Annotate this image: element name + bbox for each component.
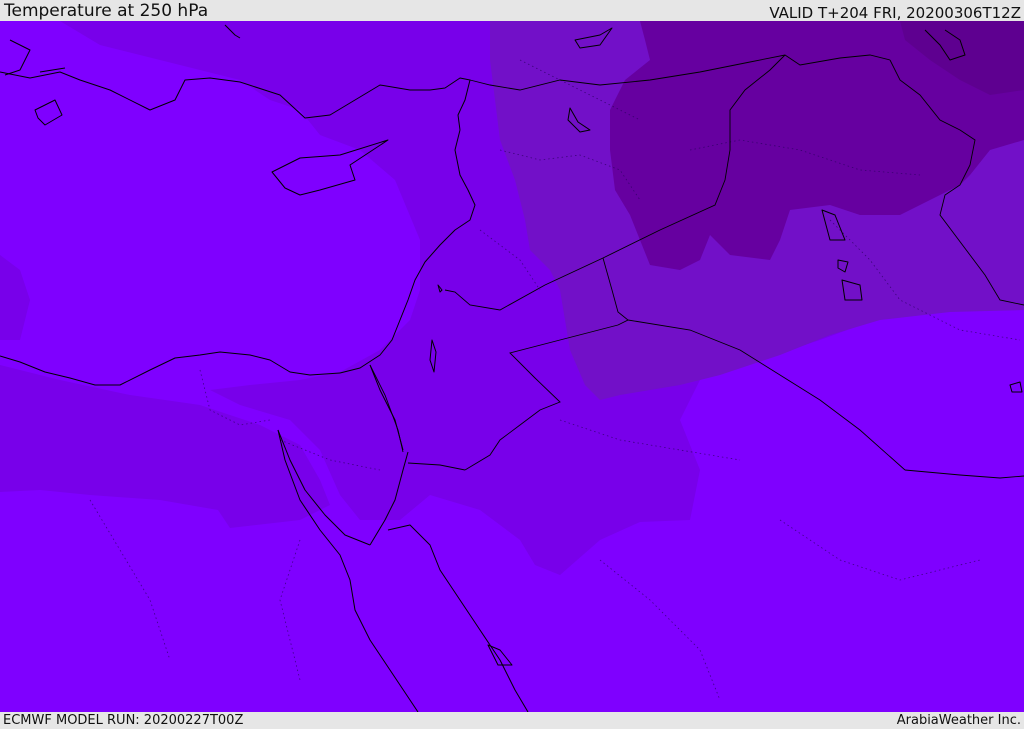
valid-time: VALID T+204 FRI, 20200306T12Z (769, 4, 1021, 22)
map-title: Temperature at 250 hPa (4, 1, 209, 21)
temperature-map (0, 21, 1024, 712)
footer-bar: ECMWF MODEL RUN: 20200227T00Z ArabiaWeat… (0, 712, 1024, 729)
credit-label: ArabiaWeather Inc. (896, 713, 1021, 728)
forecast-map-page: Temperature at 250 hPa VALID T+204 FRI, … (0, 0, 1024, 729)
model-run-label: ECMWF MODEL RUN: 20200227T00Z (3, 713, 244, 728)
header-bar: Temperature at 250 hPa VALID T+204 FRI, … (0, 0, 1024, 21)
